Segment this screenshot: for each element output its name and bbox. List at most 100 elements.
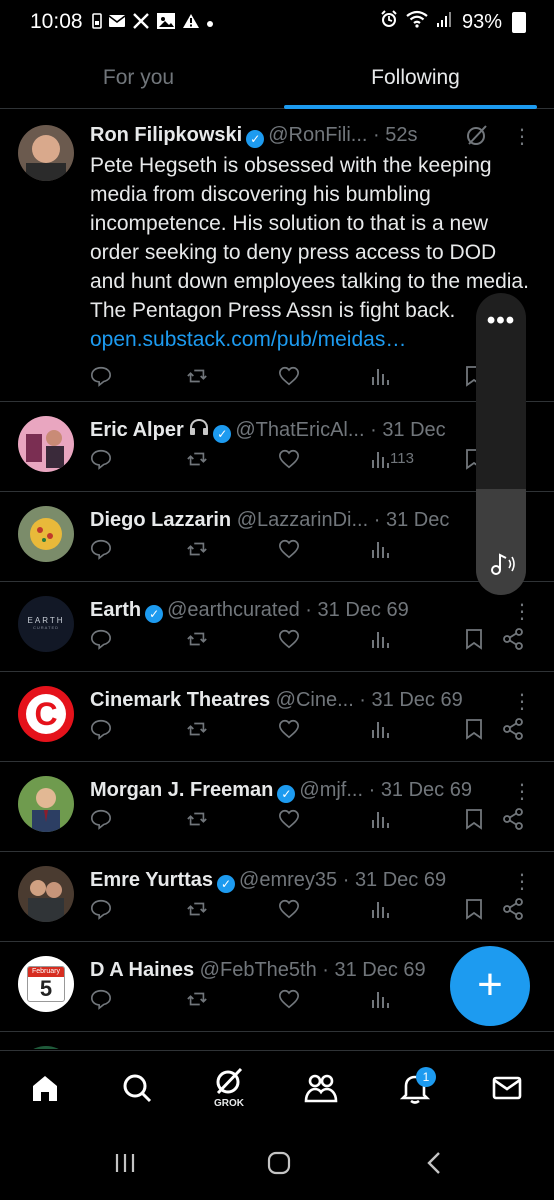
- like-icon[interactable]: [278, 626, 300, 652]
- share-icon[interactable]: [502, 896, 524, 922]
- author-handle[interactable]: @mjf...: [299, 779, 363, 801]
- communities-icon[interactable]: [298, 1071, 344, 1117]
- messages-icon[interactable]: [484, 1071, 530, 1117]
- avatar[interactable]: February 5: [18, 956, 74, 1012]
- like-icon[interactable]: [278, 896, 300, 922]
- views-icon[interactable]: [370, 363, 390, 389]
- tab-following[interactable]: Following: [277, 50, 554, 108]
- share-icon[interactable]: [502, 806, 524, 832]
- author-handle[interactable]: @earthcurated: [167, 599, 300, 621]
- repost-icon[interactable]: [186, 806, 208, 832]
- tweet-partial[interactable]: [0, 1032, 554, 1049]
- grok-icon[interactable]: GROK: [206, 1067, 252, 1113]
- tweet-link[interactable]: open.substack.com/pub/meidas…: [90, 328, 406, 351]
- more-options-icon[interactable]: ⋮: [512, 782, 532, 802]
- like-icon[interactable]: [278, 446, 300, 472]
- more-options-icon[interactable]: ⋮: [512, 602, 532, 622]
- tweet-time[interactable]: 31 Dec 69: [381, 779, 472, 801]
- recent-apps-icon[interactable]: [112, 1150, 138, 1181]
- author-handle[interactable]: @FebThe5th: [200, 959, 317, 981]
- avatar[interactable]: [18, 125, 74, 181]
- author-name[interactable]: Eric Alper: [90, 419, 184, 441]
- like-icon[interactable]: [278, 986, 300, 1012]
- reply-icon[interactable]: [90, 446, 112, 472]
- author-name[interactable]: Morgan J. Freeman: [90, 779, 273, 801]
- share-icon[interactable]: [502, 716, 524, 742]
- reply-icon[interactable]: [90, 806, 112, 832]
- views-icon[interactable]: [370, 806, 390, 832]
- share-icon[interactable]: [502, 626, 524, 652]
- avatar[interactable]: EARTH CURATED: [18, 596, 74, 652]
- reply-icon[interactable]: [90, 986, 112, 1012]
- tweet[interactable]: Diego Lazzarin @LazzarinDi... · 31 Dec ⋮: [0, 492, 554, 582]
- reply-icon[interactable]: [90, 536, 112, 562]
- repost-icon[interactable]: [186, 363, 208, 389]
- repost-icon[interactable]: [186, 896, 208, 922]
- more-options-icon[interactable]: ⋮: [512, 692, 532, 712]
- grok-icon[interactable]: [465, 123, 489, 152]
- author-name[interactable]: Diego Lazzarin: [90, 509, 231, 531]
- like-icon[interactable]: [278, 716, 300, 742]
- avatar[interactable]: C: [18, 686, 74, 742]
- timeline-feed[interactable]: Ron Filipkowski ✓ @RonFili... · 52s ⋮ Pete…: [0, 109, 554, 1049]
- author-handle[interactable]: @ThatEricAl...: [235, 419, 364, 441]
- repost-icon[interactable]: [186, 536, 208, 562]
- author-name[interactable]: Emre Yurttas: [90, 869, 213, 891]
- tweet-time[interactable]: 31 Dec 69: [355, 869, 446, 891]
- bookmark-icon[interactable]: [464, 896, 484, 922]
- tweet-time[interactable]: 31 Dec 69: [372, 689, 463, 711]
- tab-for-you[interactable]: For you: [0, 50, 277, 108]
- repost-icon[interactable]: [186, 986, 208, 1012]
- views-icon[interactable]: [370, 536, 390, 562]
- media-more-button[interactable]: •••: [476, 307, 526, 335]
- tweet-time[interactable]: 31 Dec: [382, 419, 445, 441]
- repost-icon[interactable]: [186, 446, 208, 472]
- search-icon[interactable]: [114, 1071, 160, 1117]
- views-icon[interactable]: [370, 626, 390, 652]
- reply-icon[interactable]: [90, 363, 112, 389]
- music-note-icon[interactable]: [488, 550, 516, 583]
- like-icon[interactable]: [278, 363, 300, 389]
- more-options-icon[interactable]: ⋮: [512, 127, 532, 147]
- repost-icon[interactable]: [186, 716, 208, 742]
- author-handle[interactable]: @RonFili...: [268, 124, 367, 146]
- author-name[interactable]: D A Haines: [90, 959, 194, 981]
- notifications-icon[interactable]: 1: [392, 1067, 438, 1117]
- tweet[interactable]: EARTH CURATED Earth ✓ @earthcurated · 31 D…: [0, 582, 554, 672]
- repost-icon[interactable]: [186, 626, 208, 652]
- views-icon[interactable]: [370, 716, 390, 742]
- reply-icon[interactable]: [90, 626, 112, 652]
- tweet[interactable]: Emre Yurttas ✓ @emrey35 · 31 Dec 69 ⋮: [0, 852, 554, 942]
- bookmark-icon[interactable]: [464, 806, 484, 832]
- avatar[interactable]: [18, 416, 74, 472]
- avatar[interactable]: [18, 776, 74, 832]
- tweet-time[interactable]: 31 Dec 69: [318, 599, 409, 621]
- bookmark-icon[interactable]: [464, 626, 484, 652]
- reply-icon[interactable]: [90, 896, 112, 922]
- views-icon[interactable]: [370, 986, 390, 1012]
- more-options-icon[interactable]: ⋮: [512, 872, 532, 892]
- author-handle[interactable]: @LazzarinDi...: [237, 509, 368, 531]
- like-icon[interactable]: [278, 536, 300, 562]
- home-button-icon[interactable]: [266, 1150, 292, 1181]
- author-name[interactable]: Earth: [90, 599, 141, 621]
- media-volume-control[interactable]: •••: [476, 293, 526, 595]
- author-handle[interactable]: @Cine...: [276, 689, 354, 711]
- tweet[interactable]: Morgan J. Freeman ✓ @mjf... · 31 Dec 69 ⋮: [0, 762, 554, 852]
- author-name[interactable]: Ron Filipkowski: [90, 124, 242, 146]
- home-icon[interactable]: [22, 1071, 68, 1117]
- bookmark-icon[interactable]: [464, 716, 484, 742]
- avatar[interactable]: [18, 506, 74, 562]
- avatar[interactable]: [18, 866, 74, 922]
- author-handle[interactable]: @emrey35: [239, 869, 337, 891]
- like-icon[interactable]: [278, 806, 300, 832]
- tweet[interactable]: Ron Filipkowski ✓ @RonFili... · 52s ⋮ Pete…: [0, 109, 554, 402]
- author-name[interactable]: Cinemark Theatres: [90, 689, 270, 711]
- tweet-time[interactable]: 52s: [385, 124, 417, 146]
- tweet-time[interactable]: 31 Dec 69: [334, 959, 425, 981]
- tweet-time[interactable]: 31 Dec: [386, 509, 449, 531]
- back-icon[interactable]: [422, 1150, 448, 1181]
- tweet[interactable]: Eric Alper ✓@ThatEricAl... · 31 Dec ⋮ 11…: [0, 402, 554, 492]
- avatar[interactable]: [18, 1046, 74, 1049]
- reply-icon[interactable]: [90, 716, 112, 742]
